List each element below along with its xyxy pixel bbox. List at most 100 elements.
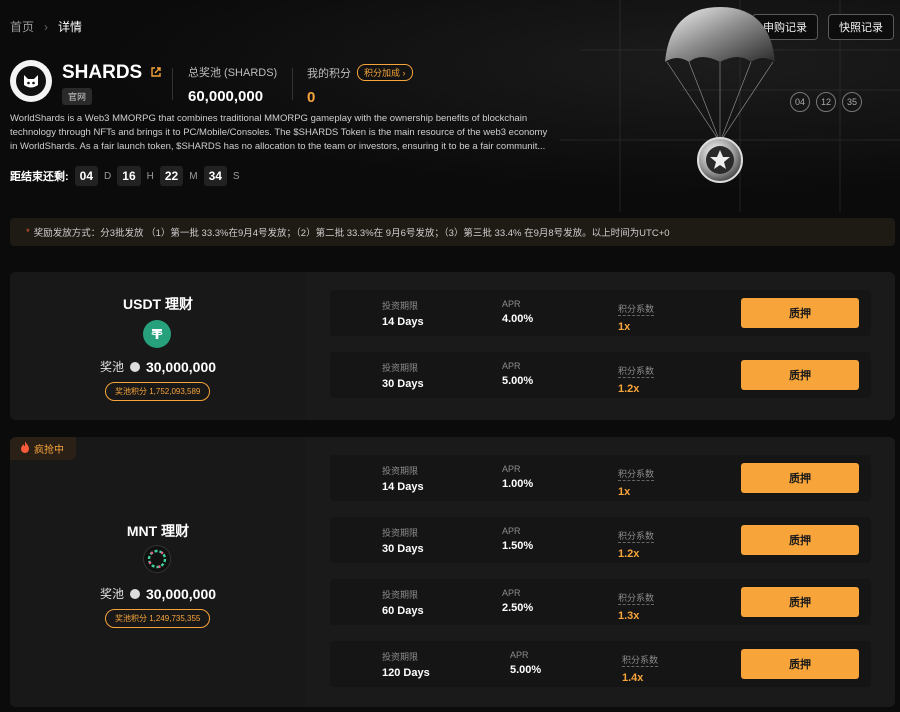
apr-value: 4.00% <box>502 313 534 325</box>
external-link-icon[interactable] <box>150 66 162 81</box>
chevron-right-icon: › <box>402 68 406 78</box>
pool-summary: USDT 理财 奖池 30,000,000 奖池积分 1,752,093,589 <box>10 272 306 420</box>
pool-points: 奖池积分 1,249,735,355 <box>105 609 211 628</box>
apr-value: 2.50% <box>502 602 534 614</box>
my-points-value: 0 <box>307 89 316 106</box>
period-cell: 投资期限 30 Days <box>382 526 424 555</box>
reward-notice: * 奖励发放方式：分3批发放 （1）第一批 33.3%在9月4号发放；（2）第二… <box>10 218 895 246</box>
coef-label[interactable]: 积分系数 <box>618 467 655 481</box>
shards-coin-icon <box>129 361 140 372</box>
apr-value: 5.00% <box>502 375 534 387</box>
apr-label: APR <box>502 299 521 309</box>
apr-cell: APR 1.00% <box>502 464 533 490</box>
points-boost-badge[interactable]: 积分加成 › <box>357 64 413 81</box>
stake-row: 投资期限 14 Days APR 4.00% 积分系数 1x 质押 <box>330 290 871 336</box>
apr-value: 1.00% <box>502 478 534 490</box>
apr-cell: APR 2.50% <box>502 588 533 614</box>
pool-points: 奖池积分 1,752,093,589 <box>105 382 211 401</box>
countdown: 距结束还剩: 04 D 16 H 22 M 34 S <box>10 166 240 186</box>
fire-icon <box>20 441 30 456</box>
stake-button[interactable]: 质押 <box>741 463 859 493</box>
stake-row: 投资期限 30 Days APR 1.50% 积分系数 1.2x 质押 <box>330 517 871 563</box>
stake-options: 投资期限 14 Days APR 1.00% 积分系数 1x 质押 投资期限 3… <box>306 437 895 707</box>
pool-card-mnt: 疯抢中 MNT 理财 奖池 30,000,000 奖池积分 1,249,735,… <box>10 437 895 707</box>
stake-button[interactable]: 质押 <box>741 298 859 328</box>
stake-row: 投资期限 30 Days APR 5.00% 积分系数 1.2x 质押 <box>330 352 871 398</box>
apr-label: APR <box>502 464 521 474</box>
stake-options: 投资期限 14 Days APR 4.00% 积分系数 1x 质押 投资期限 3… <box>306 272 895 420</box>
stake-row: 投资期限 14 Days APR 1.00% 积分系数 1x 质押 <box>330 455 871 501</box>
coef-value: 1x <box>618 321 631 333</box>
number-badges: 04 12 35 <box>790 92 862 112</box>
coef-label[interactable]: 积分系数 <box>618 529 655 543</box>
countdown-minutes-unit: M <box>189 170 198 182</box>
period-label: 投资期限 <box>382 590 419 600</box>
usdt-coin-icon <box>143 320 171 348</box>
coef-value: 1.3x <box>618 610 640 622</box>
apr-label: APR <box>502 588 521 598</box>
period-value: 30 Days <box>382 378 424 390</box>
coef-value: 1.4x <box>622 672 644 684</box>
stake-button[interactable]: 质押 <box>741 525 859 555</box>
period-label: 投资期限 <box>382 466 419 476</box>
coef-label[interactable]: 积分系数 <box>622 653 659 667</box>
period-value: 120 Days <box>382 667 430 679</box>
period-cell: 投资期限 30 Days <box>382 361 424 390</box>
coef-cell: 积分系数 1.2x <box>618 526 655 560</box>
mnt-coin-icon <box>143 545 171 573</box>
period-cell: 投资期限 120 Days <box>382 650 430 679</box>
period-label: 投资期限 <box>382 652 419 662</box>
breadcrumb: 首页 › 详情 <box>10 18 82 35</box>
period-label: 投资期限 <box>382 301 419 311</box>
official-site-link[interactable]: 官网 <box>62 88 93 105</box>
coef-value: 1x <box>618 486 631 498</box>
cat-icon <box>16 66 46 96</box>
period-value: 14 Days <box>382 481 424 493</box>
period-label: 投资期限 <box>382 528 419 538</box>
pool-amount-row: 奖池 30,000,000 <box>10 585 306 602</box>
pool-title: USDT 理财 <box>123 296 193 312</box>
snapshot-records-button[interactable]: 快照记录 <box>828 14 894 40</box>
pool-summary: 疯抢中 MNT 理财 奖池 30,000,000 奖池积分 1,249,735,… <box>10 437 306 707</box>
my-points-label: 我的积分 <box>307 67 351 80</box>
stake-button[interactable]: 质押 <box>741 649 859 679</box>
coef-label[interactable]: 积分系数 <box>618 302 655 316</box>
pool-title: MNT 理财 <box>126 523 190 539</box>
token-name-row: SHARDS <box>62 62 162 84</box>
token-logo <box>10 60 52 102</box>
parachute-illustration <box>665 7 775 183</box>
apr-label: APR <box>502 361 521 371</box>
pool-card-usdt: USDT 理财 奖池 30,000,000 奖池积分 1,752,093,589… <box>10 272 895 420</box>
breadcrumb-home[interactable]: 首页 <box>10 18 34 35</box>
stake-button[interactable]: 质押 <box>741 360 859 390</box>
my-points-stat: 我的积分 积分加成 › 0 <box>307 64 413 106</box>
countdown-label: 距结束还剩: <box>10 171 69 183</box>
token-description: WorldShards is a Web3 MMORPG that combin… <box>10 113 548 152</box>
coef-cell: 积分系数 1x <box>618 299 655 333</box>
coef-label[interactable]: 积分系数 <box>618 591 655 605</box>
number-badge-1: 04 <box>790 92 810 112</box>
apr-cell: APR 4.00% <box>502 299 533 325</box>
period-label: 投资期限 <box>382 363 419 373</box>
coef-cell: 积分系数 1.3x <box>618 588 655 622</box>
stake-button[interactable]: 质押 <box>741 587 859 617</box>
apr-label: APR <box>502 526 521 536</box>
countdown-hours-unit: H <box>146 170 154 182</box>
coef-value: 1.2x <box>618 548 640 560</box>
countdown-minutes: 22 <box>159 166 184 186</box>
coef-cell: 积分系数 1x <box>618 464 655 498</box>
coef-label[interactable]: 积分系数 <box>618 364 655 378</box>
apr-value: 1.50% <box>502 540 534 552</box>
period-cell: 投资期限 60 Days <box>382 588 424 617</box>
coef-cell: 积分系数 1.2x <box>618 361 655 395</box>
notice-text: 奖励发放方式：分3批发放 （1）第一批 33.3%在9月4号发放；（2）第二批 … <box>33 228 670 239</box>
apr-cell: APR 5.00% <box>510 650 541 676</box>
period-value: 14 Days <box>382 316 424 328</box>
divider <box>292 68 293 100</box>
hero-section: 首页 › 详情 申购记录 快照记录 SHARDS 官网 总奖池 (SHARDS)… <box>0 0 900 212</box>
period-cell: 投资期限 14 Days <box>382 464 424 493</box>
countdown-seconds-unit: S <box>232 170 240 182</box>
coef-value: 1.2x <box>618 383 640 395</box>
pool-label: 奖池 <box>99 360 124 374</box>
hot-badge: 疯抢中 <box>10 437 76 460</box>
